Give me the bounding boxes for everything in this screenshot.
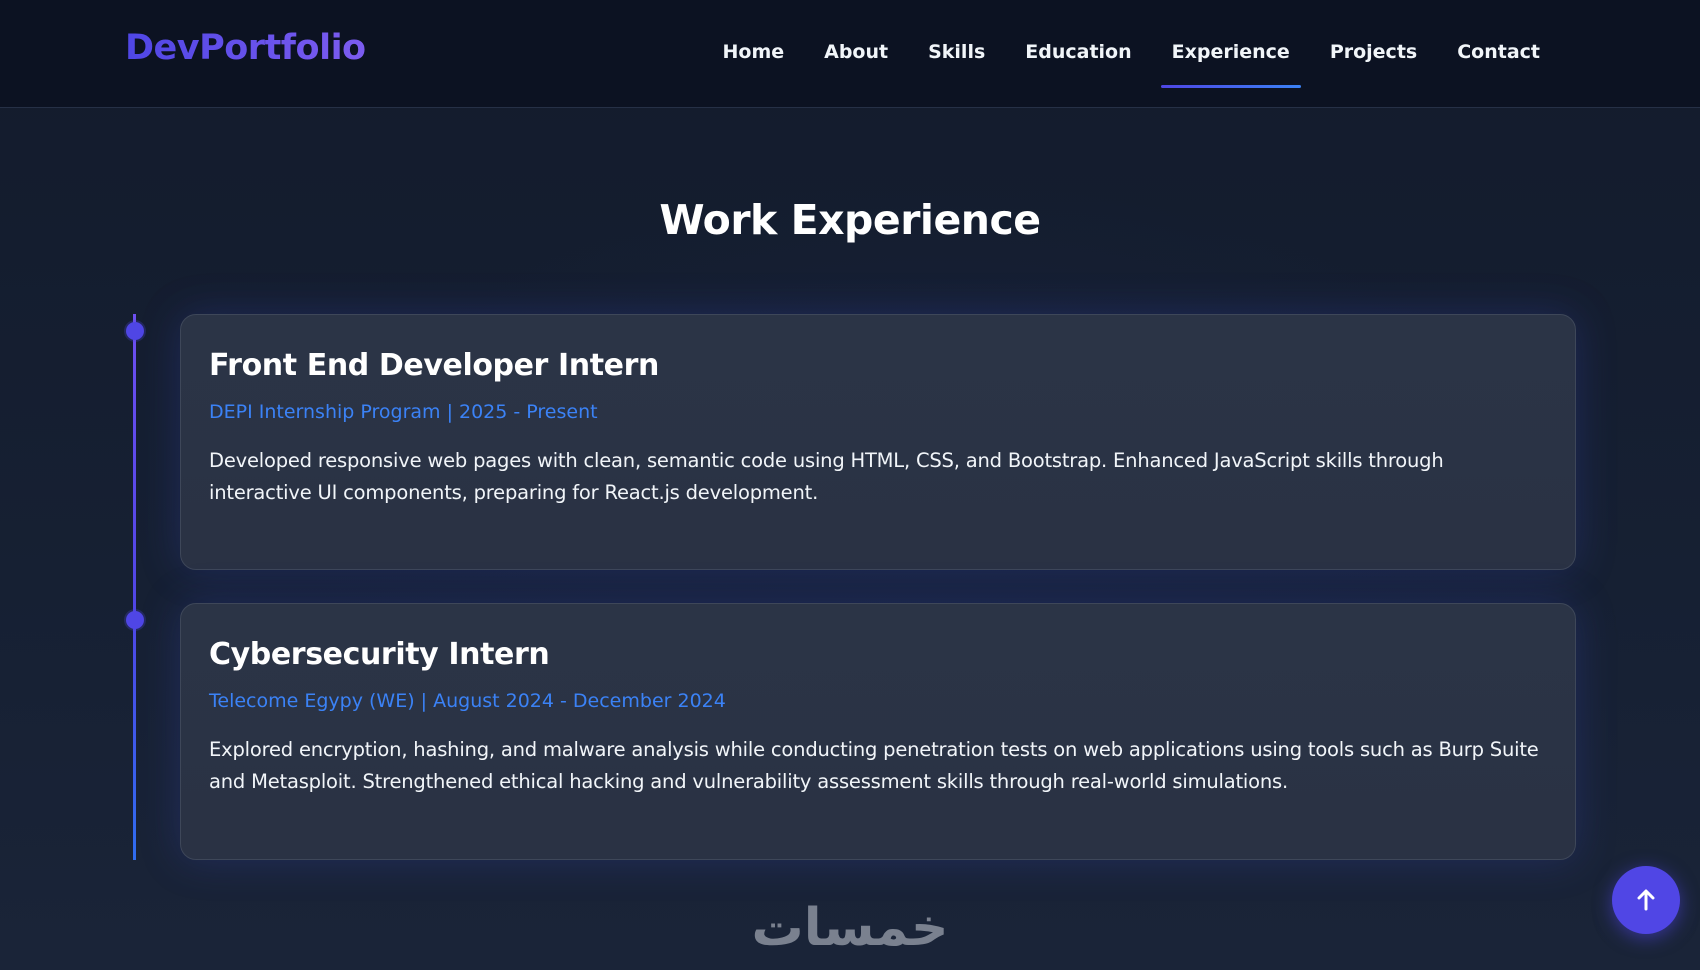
nav-link-projects[interactable]: Projects bbox=[1310, 38, 1437, 88]
nav-link-skills[interactable]: Skills bbox=[908, 38, 1005, 88]
experience-title: Front End Developer Intern bbox=[209, 348, 659, 383]
experience-title: Cybersecurity Intern bbox=[209, 637, 550, 672]
nav-link-home[interactable]: Home bbox=[702, 38, 804, 88]
brand-logo[interactable]: DevPortfolio bbox=[125, 28, 366, 68]
timeline-dot bbox=[126, 611, 144, 629]
nav-link-contact[interactable]: Contact bbox=[1437, 38, 1560, 88]
experience-description: Explored encryption, hashing, and malwar… bbox=[209, 738, 1539, 793]
experience-card: Cybersecurity Intern Telecome Egypy (WE)… bbox=[180, 603, 1576, 860]
nav-link-experience[interactable]: Experience bbox=[1152, 38, 1310, 88]
experience-meta: Telecome Egypy (WE) | August 2024 - Dece… bbox=[209, 690, 726, 712]
timeline-dot bbox=[126, 322, 144, 340]
experience-card: Front End Developer Intern DEPI Internsh… bbox=[180, 314, 1576, 570]
back-to-top-button[interactable] bbox=[1612, 866, 1680, 934]
experience-description: Developed responsive web pages with clea… bbox=[209, 449, 1444, 504]
experience-meta: DEPI Internship Program | 2025 - Present bbox=[209, 401, 598, 423]
nav-link-about[interactable]: About bbox=[804, 38, 908, 88]
arrow-up-icon bbox=[1637, 889, 1655, 911]
navbar: DevPortfolio Home About Skills Education… bbox=[0, 0, 1700, 108]
nav-links: Home About Skills Education Experience P… bbox=[702, 38, 1560, 88]
timeline-line bbox=[133, 314, 136, 860]
watermark-logo: خمسات bbox=[751, 898, 949, 958]
section-title: Work Experience bbox=[659, 196, 1041, 244]
nav-link-education[interactable]: Education bbox=[1005, 38, 1151, 88]
